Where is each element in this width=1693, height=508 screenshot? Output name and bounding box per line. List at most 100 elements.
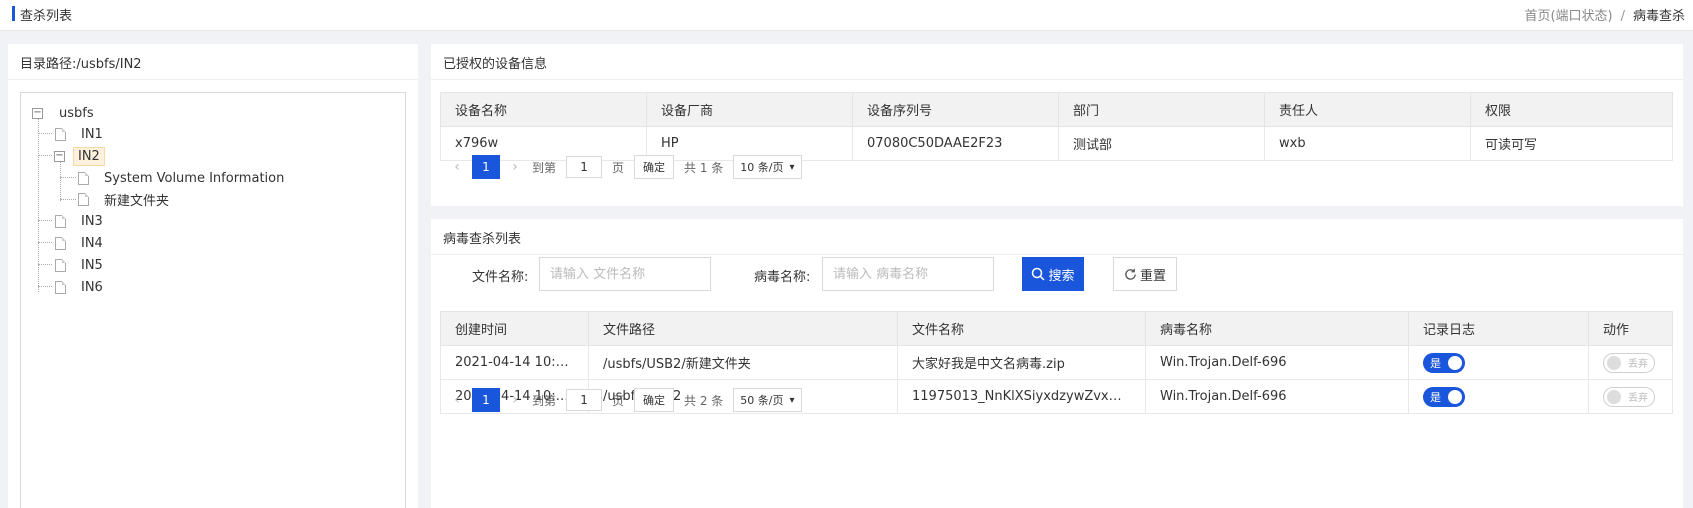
reset-button[interactable]: 重置 xyxy=(1113,257,1177,291)
table-row: 2021-04-14 10:10:42 /usbfs/USB2/新建文件夹 大家… xyxy=(440,345,1673,380)
device-panel-title: 已授权的设备信息 xyxy=(431,44,1683,80)
device-permission-cell: 可读可写 xyxy=(1470,126,1673,161)
toggle-knob xyxy=(1607,355,1621,370)
tree-node-label: IN5 xyxy=(81,257,103,273)
top-bar: 查杀列表 首页(端口状态) / 病毒查杀 xyxy=(0,0,1693,31)
page-size-select[interactable]: 50 条/页 ▾ xyxy=(733,388,802,412)
page-unit-label: 页 xyxy=(612,160,625,175)
virus-name-label: 病毒名称: xyxy=(754,270,811,285)
chevron-down-icon: ▾ xyxy=(789,394,795,406)
device-pager: ‹ 1 › 到第 页 确定 共 1 条 10 条/页 ▾ xyxy=(446,154,802,180)
tree-node-in4[interactable]: IN4 xyxy=(55,233,107,253)
directory-path: 目录路径:/usbfs/IN2 xyxy=(8,44,418,80)
tree-node-new-folder[interactable]: 新建文件夹 xyxy=(78,189,173,209)
tree-connector xyxy=(38,133,52,134)
log-toggle[interactable]: 是 xyxy=(1423,386,1465,407)
breadcrumb-separator: / xyxy=(1620,9,1625,24)
tree-connector xyxy=(38,264,52,265)
goto-page-input[interactable] xyxy=(566,389,603,411)
tree-connector xyxy=(60,199,76,200)
log-toggle-label: 是 xyxy=(1430,390,1441,404)
column-header: 权限 xyxy=(1470,92,1673,127)
goto-confirm-button[interactable]: 确定 xyxy=(634,155,675,179)
virus-name-input[interactable] xyxy=(822,257,994,291)
column-header: 部门 xyxy=(1058,92,1265,127)
page-unit-label: 页 xyxy=(612,393,625,408)
discard-toggle-label: 丢弃 xyxy=(1628,393,1648,404)
search-form: 文件名称: 病毒名称: 搜索 重置 xyxy=(431,249,1683,299)
page-size-value: 50 条/页 xyxy=(740,394,784,407)
tree-connector xyxy=(60,161,61,201)
tree-node-usbfs[interactable]: − usbfs xyxy=(32,103,98,123)
file-name-cell: 大家好我是中文名病毒.zip xyxy=(897,345,1146,380)
discard-toggle-label: 丢弃 xyxy=(1628,359,1648,370)
goto-confirm-button[interactable]: 确定 xyxy=(634,388,675,412)
goto-label: 到第 xyxy=(532,393,557,408)
page-size-select[interactable]: 10 条/页 ▾ xyxy=(733,155,802,179)
column-header: 病毒名称 xyxy=(1145,311,1409,346)
tree-node-label: IN1 xyxy=(81,126,103,142)
log-toggle[interactable]: 是 xyxy=(1423,352,1465,373)
tree-node-in2[interactable]: − IN2 xyxy=(54,146,105,166)
reset-button-label: 重置 xyxy=(1139,267,1166,283)
search-button-label: 搜索 xyxy=(1048,267,1075,283)
prev-page-icon[interactable]: ‹ xyxy=(446,159,468,175)
log-cell: 是 xyxy=(1408,379,1589,414)
column-header: 设备名称 xyxy=(440,92,647,127)
page-number-current[interactable]: 1 xyxy=(472,388,500,412)
title-accent xyxy=(12,6,15,21)
page-number-current[interactable]: 1 xyxy=(472,155,500,179)
tree-node-in5[interactable]: IN5 xyxy=(55,255,107,275)
prev-page-icon[interactable]: ‹ xyxy=(446,392,468,408)
directory-tree: − usbfs IN1 − IN2 System Volume Informat… xyxy=(20,92,406,508)
log-cell: 是 xyxy=(1408,345,1589,380)
tree-node-label: IN6 xyxy=(81,279,103,295)
device-serial-cell: 07080C50DAAE2F23 xyxy=(852,126,1059,161)
toggle-knob xyxy=(1607,389,1621,404)
file-name-cell: 11975013_NnKlXSiyxdzywZvxHNvLf... xyxy=(897,379,1146,414)
toggle-knob xyxy=(1448,355,1462,370)
next-page-icon[interactable]: › xyxy=(504,392,526,408)
goto-label: 到第 xyxy=(532,160,557,175)
tree-node-in6[interactable]: IN6 xyxy=(55,277,107,297)
refresh-icon xyxy=(1125,268,1136,280)
device-owner-cell: wxb xyxy=(1264,126,1471,161)
table-header-row: 设备名称 设备厂商 设备序列号 部门 责任人 权限 xyxy=(440,92,1673,127)
page-title: 查杀列表 xyxy=(20,9,73,24)
search-button[interactable]: 搜索 xyxy=(1022,257,1084,291)
virus-name-cell: Win.Trojan.Delf-696 xyxy=(1145,345,1409,380)
tree-node-in3[interactable]: IN3 xyxy=(55,211,107,231)
tree-connector xyxy=(38,286,52,287)
breadcrumb-home[interactable]: 首页(端口状态) xyxy=(1524,9,1612,24)
tree-connector xyxy=(38,220,52,221)
discard-toggle[interactable]: 丢弃 xyxy=(1603,386,1655,407)
collapse-icon[interactable]: − xyxy=(54,150,65,162)
device-table: 设备名称 设备厂商 设备序列号 部门 责任人 权限 x796w HP 07080… xyxy=(440,92,1673,161)
created-time-cell: 2021-04-14 10:10:42 xyxy=(440,345,589,380)
next-page-icon[interactable]: › xyxy=(504,159,526,175)
collapse-icon[interactable]: − xyxy=(32,107,43,119)
virus-name-cell: Win.Trojan.Delf-696 xyxy=(1145,379,1409,414)
tree-connector xyxy=(38,119,39,292)
column-header: 设备厂商 xyxy=(646,92,853,127)
column-header: 动作 xyxy=(1588,311,1673,346)
file-name-input[interactable] xyxy=(539,257,711,291)
file-icon xyxy=(55,236,66,250)
tree-connector xyxy=(60,177,76,178)
tree-node-label: usbfs xyxy=(59,105,94,121)
device-info-panel: 已授权的设备信息 设备名称 设备厂商 设备序列号 部门 责任人 权限 x796w… xyxy=(431,44,1683,206)
tree-node-system-volume-information[interactable]: System Volume Information xyxy=(78,168,288,188)
page-size-value: 10 条/页 xyxy=(740,161,784,174)
tree-node-label: IN3 xyxy=(81,213,103,229)
tree-node-in1[interactable]: IN1 xyxy=(55,124,107,144)
tree-node-label: 新建文件夹 xyxy=(104,193,170,209)
goto-page-input[interactable] xyxy=(566,156,603,178)
breadcrumb: 首页(端口状态) / 病毒查杀 xyxy=(1524,5,1685,24)
discard-toggle[interactable]: 丢弃 xyxy=(1603,352,1655,373)
total-count: 共 2 条 xyxy=(684,393,724,408)
file-icon xyxy=(55,214,66,228)
chevron-down-icon: ▾ xyxy=(789,161,795,173)
tree-connector xyxy=(38,242,52,243)
tree-node-label: System Volume Information xyxy=(104,170,285,186)
file-icon xyxy=(55,280,66,294)
